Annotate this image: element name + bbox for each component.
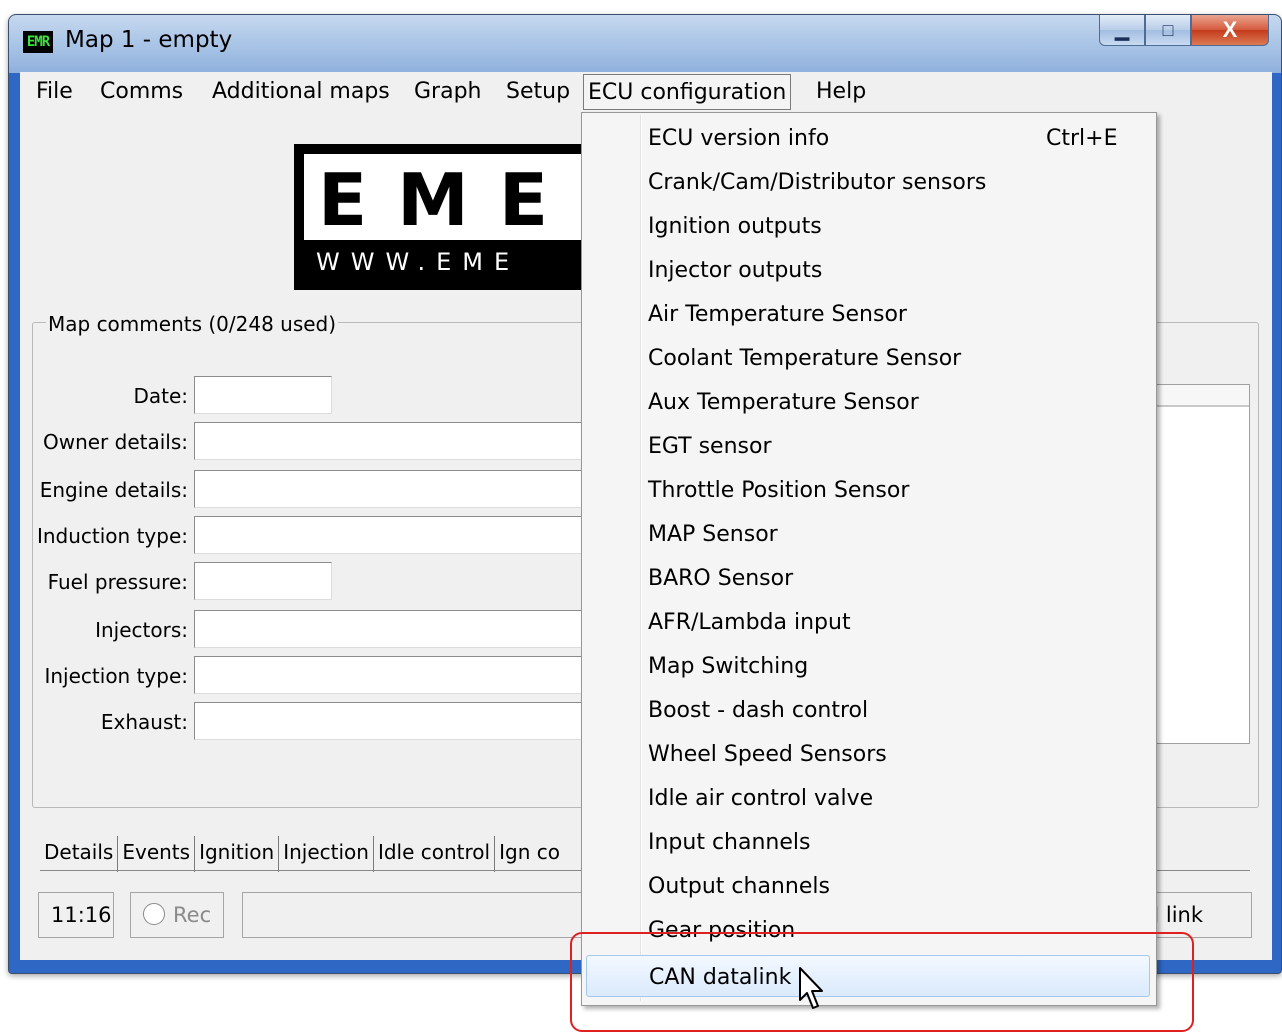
- date-field[interactable]: [194, 376, 332, 414]
- menu-item-ignition-outputs[interactable]: Ignition outputs: [584, 205, 1150, 247]
- rec-label: Rec: [173, 903, 212, 927]
- exhaust-label: Exhaust:: [100, 710, 188, 734]
- menu-item-afr-lambda-input[interactable]: AFR/Lambda input: [584, 601, 1150, 643]
- close-button[interactable]: X: [1191, 15, 1269, 46]
- title-bar[interactable]: EMR Map 1 - empty ▁ □ X: [9, 15, 1281, 73]
- menu-bar: File Comms Additional maps Graph Setup E…: [20, 72, 1272, 113]
- menu-item-injector-outputs[interactable]: Injector outputs: [584, 249, 1150, 291]
- tab-ign-co[interactable]: Ign co: [494, 836, 564, 872]
- injection-type-field[interactable]: [194, 656, 594, 694]
- logo-letters: EME: [318, 158, 579, 242]
- tab-ignition[interactable]: Ignition: [194, 836, 278, 872]
- mouse-pointer-icon: [799, 967, 823, 1009]
- menu-item-boost-dash-control[interactable]: Boost - dash control: [584, 689, 1150, 731]
- induction-type-field[interactable]: [194, 516, 594, 554]
- rec-radio-icon: [143, 903, 165, 925]
- injectors-label: Injectors:: [95, 618, 188, 642]
- menu-ecu-configuration[interactable]: ECU configuration: [583, 74, 792, 110]
- events-list-panel[interactable]: [1150, 384, 1250, 744]
- menu-setup[interactable]: Setup: [502, 72, 574, 110]
- list-header: [1151, 385, 1249, 407]
- highlight-annotation-box: [570, 932, 1194, 1032]
- menu-item-input-channels[interactable]: Input channels: [584, 821, 1150, 863]
- menu-comms[interactable]: Comms: [96, 72, 187, 110]
- menu-item-ecu-version-info[interactable]: ECU version info Ctrl+E: [584, 117, 1150, 159]
- map-comments-legend: Map comments (0/248 used): [46, 312, 339, 336]
- menu-item-aux-temperature-sensor[interactable]: Aux Temperature Sensor: [584, 381, 1150, 423]
- tab-injection[interactable]: Injection: [278, 836, 373, 872]
- eme-logo: EME WWW.EME: [294, 144, 614, 290]
- time-display: 11:16: [38, 892, 114, 938]
- menu-help[interactable]: Help: [812, 72, 870, 110]
- injectors-field[interactable]: [194, 610, 594, 648]
- date-label: Date:: [133, 384, 188, 408]
- engine-details-field[interactable]: [194, 470, 594, 508]
- tab-strip: Details Events Ignition Injection Idle c…: [40, 836, 564, 872]
- tab-idle-control[interactable]: Idle control: [372, 836, 494, 872]
- owner-details-field[interactable]: [194, 422, 594, 460]
- fuel-pressure-label: Fuel pressure:: [47, 570, 188, 594]
- tab-events[interactable]: Events: [117, 836, 194, 872]
- shortcut-text: Ctrl+E: [1046, 126, 1118, 151]
- tab-details[interactable]: Details: [40, 836, 117, 872]
- app-icon: EMR: [23, 31, 53, 53]
- menu-item-crank-cam-distributor[interactable]: Crank/Cam/Distributor sensors: [584, 161, 1150, 203]
- menu-item-output-channels[interactable]: Output channels: [584, 865, 1150, 907]
- exhaust-field[interactable]: [194, 702, 594, 740]
- rec-toggle[interactable]: Rec: [130, 892, 224, 938]
- menu-item-air-temperature-sensor[interactable]: Air Temperature Sensor: [584, 293, 1150, 335]
- window-title: Map 1 - empty: [65, 27, 233, 53]
- menu-item-throttle-position-sensor[interactable]: Throttle Position Sensor: [584, 469, 1150, 511]
- menu-item-baro-sensor[interactable]: BARO Sensor: [584, 557, 1150, 599]
- ecu-configuration-menu: ECU version info Ctrl+E Crank/Cam/Distrib…: [581, 112, 1157, 1006]
- maximize-button[interactable]: □: [1145, 15, 1191, 46]
- menu-item-map-switching[interactable]: Map Switching: [584, 645, 1150, 687]
- menu-graph[interactable]: Graph: [410, 72, 485, 110]
- maximize-icon: □: [1162, 19, 1174, 40]
- fuel-pressure-field[interactable]: [194, 562, 332, 600]
- minimize-icon: ▁: [1115, 19, 1129, 40]
- menu-item-map-sensor[interactable]: MAP Sensor: [584, 513, 1150, 555]
- menu-item-idle-air-control-valve[interactable]: Idle air control valve: [584, 777, 1150, 819]
- engine-details-label: Engine details:: [39, 478, 188, 502]
- menu-additional-maps[interactable]: Additional maps: [208, 72, 394, 110]
- logo-url: WWW.EME: [316, 248, 521, 276]
- menu-item-coolant-temperature-sensor[interactable]: Coolant Temperature Sensor: [584, 337, 1150, 379]
- menu-item-egt-sensor[interactable]: EGT sensor: [584, 425, 1150, 467]
- close-icon: X: [1222, 17, 1238, 42]
- induction-type-label: Induction type:: [36, 524, 188, 548]
- menu-item-wheel-speed-sensors[interactable]: Wheel Speed Sensors: [584, 733, 1150, 775]
- minimize-button[interactable]: ▁: [1099, 15, 1145, 46]
- caption-buttons: ▁ □ X: [1099, 15, 1269, 47]
- menu-file[interactable]: File: [32, 72, 77, 110]
- injection-type-label: Injection type:: [44, 664, 188, 688]
- owner-details-label: Owner details:: [42, 430, 188, 454]
